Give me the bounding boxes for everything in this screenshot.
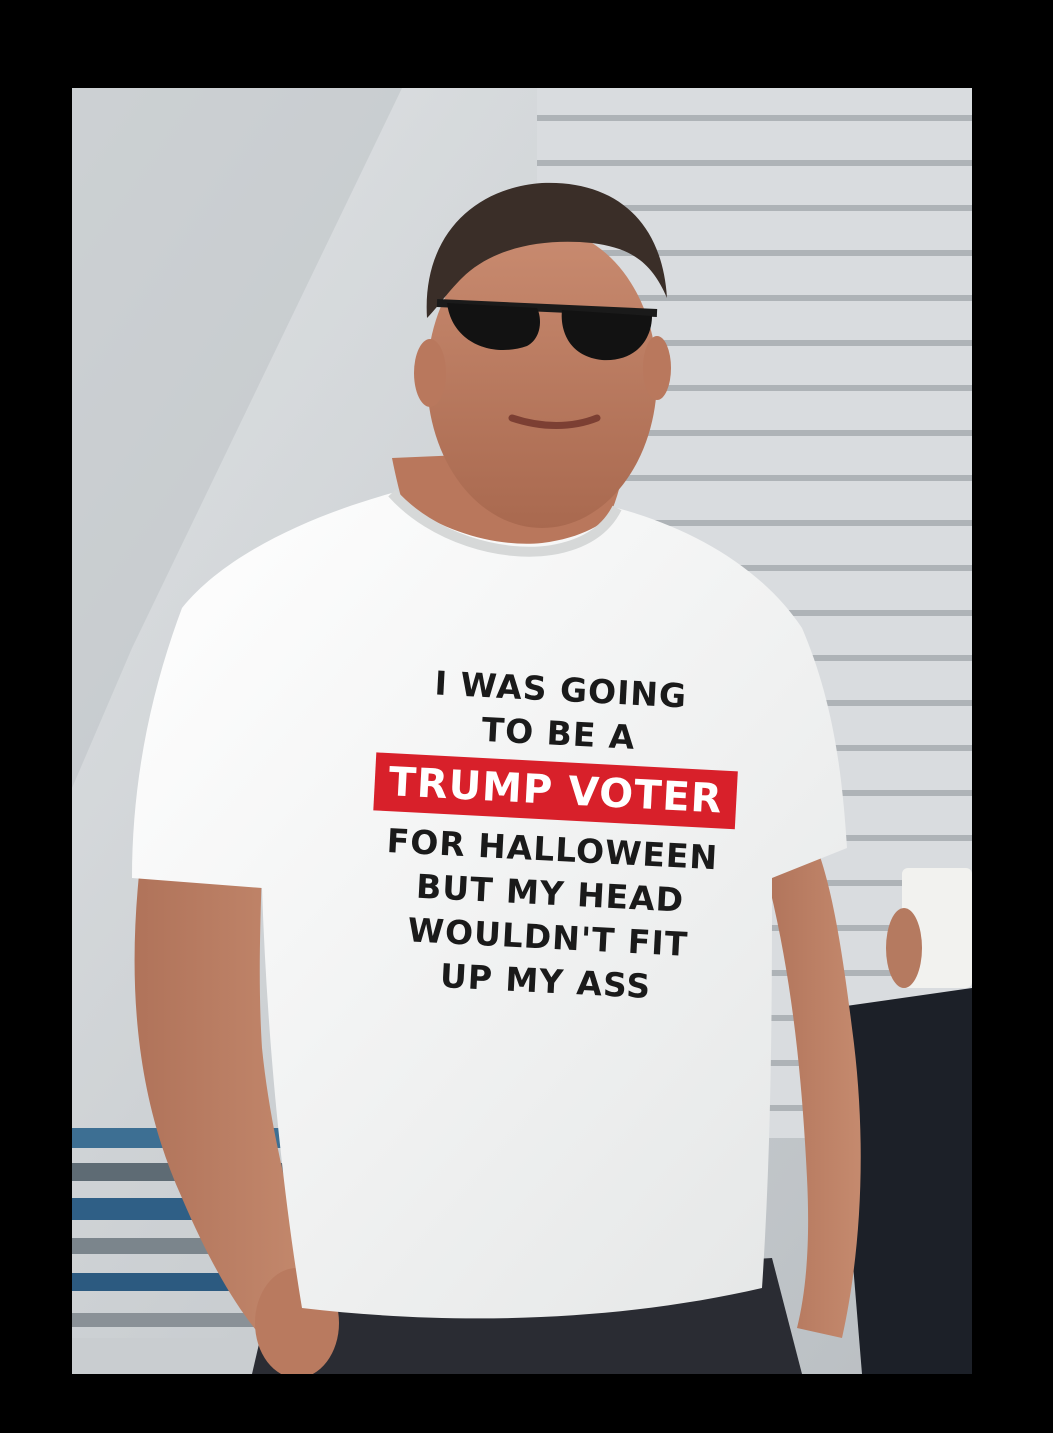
black-frame: I WAS GOING TO BE A TRUMP VOTER FOR HALL… [0, 0, 1053, 1433]
shirt-print: I WAS GOING TO BE A TRUMP VOTER FOR HALL… [345, 658, 762, 1014]
photo: I WAS GOING TO BE A TRUMP VOTER FOR HALL… [72, 88, 972, 1374]
shirt-highlight-box: TRUMP VOTER [373, 752, 738, 830]
